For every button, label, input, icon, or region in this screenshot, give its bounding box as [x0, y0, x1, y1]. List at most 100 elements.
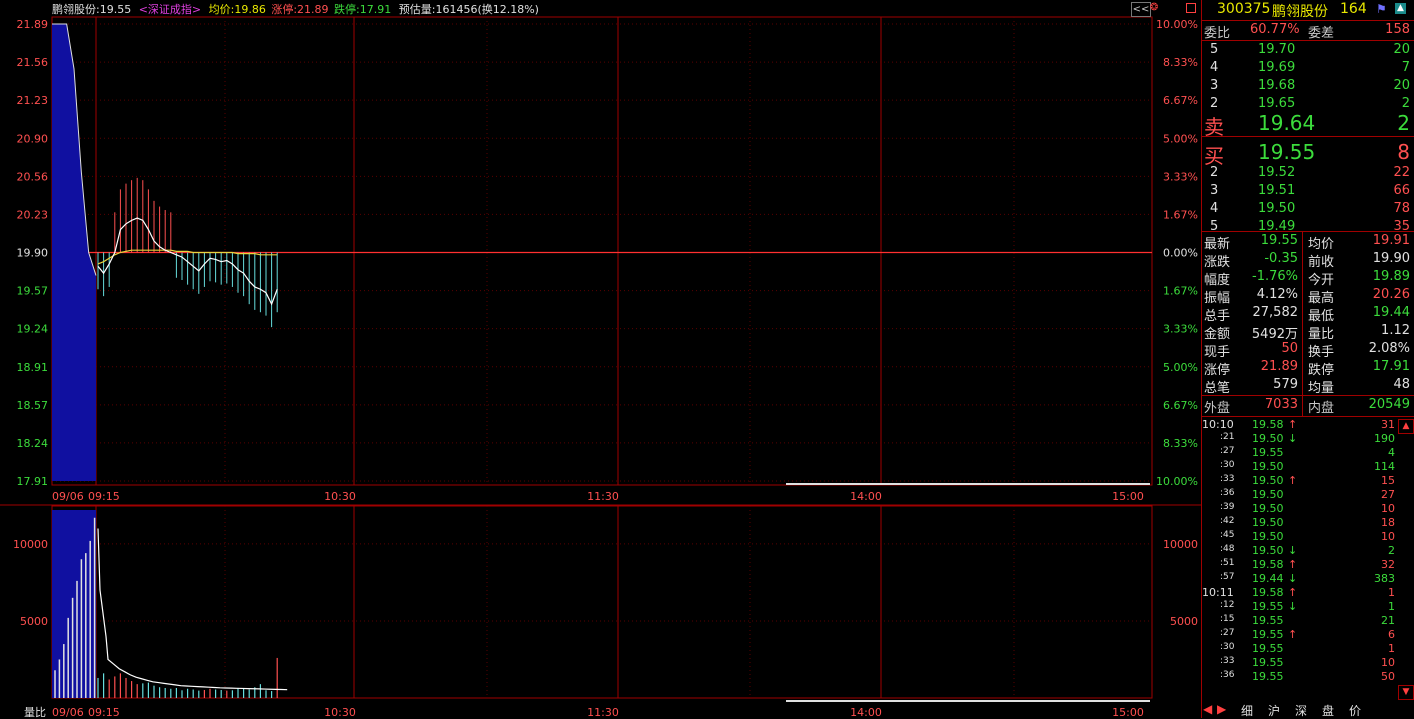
settings-icon[interactable]: ⚑	[1376, 2, 1387, 16]
stats-row: 涨跌 -0.35 前收 19.90	[1202, 251, 1414, 270]
date-label-bottom: 09/06	[52, 706, 84, 718]
tick-volume: 10	[1381, 530, 1395, 543]
bid-volume: 8	[1397, 140, 1410, 164]
volume-tick-label: 10000	[13, 538, 48, 551]
stock-name: 鹏翎股份	[1272, 4, 1328, 20]
tick-time: :30	[1220, 460, 1235, 470]
stat-value: 21.89	[1260, 359, 1298, 374]
tab-prev-icon[interactable]: ◀	[1203, 702, 1212, 716]
tab-next-icon[interactable]: ▶	[1217, 702, 1226, 716]
tick-row: :36 19.50 27	[1202, 488, 1414, 502]
bid-level: 4 19.50 78	[1202, 201, 1414, 219]
stat-label: 均价	[1308, 237, 1335, 252]
tick-time: :30	[1220, 642, 1235, 652]
pin-icon[interactable]: ❂	[1150, 2, 1158, 13]
limit-up-label: 涨停:21.89	[271, 3, 329, 16]
scroll-up-icon[interactable]: ▲	[1398, 419, 1414, 434]
stat-value: 19.91	[1372, 233, 1410, 248]
tick-arrow: ↓	[1288, 544, 1298, 557]
price-tick-label: 18.57	[17, 399, 49, 412]
tick-row: :15 19.55 21	[1202, 614, 1414, 628]
ask-level-label: 3	[1210, 78, 1219, 93]
tab-sh[interactable]: 沪	[1268, 702, 1280, 719]
index-link[interactable]: <深证成指>	[139, 3, 201, 16]
tick-time: :12	[1220, 600, 1235, 610]
bid-price: 19.55	[1258, 140, 1316, 164]
tick-volume: 10	[1381, 656, 1395, 669]
price-tick-label: 20.23	[17, 208, 49, 221]
tab-sz[interactable]: 深	[1295, 702, 1307, 719]
bid-level-label: 3	[1210, 183, 1219, 198]
stat-label: 幅度	[1204, 273, 1231, 288]
ask-volume: 20	[1393, 42, 1410, 57]
pct-tick-label: 5.00%	[1163, 361, 1198, 374]
price-tick-label: 19.90	[17, 247, 49, 260]
bid-price: 19.49	[1258, 219, 1296, 234]
ask-price: 19.69	[1258, 60, 1296, 75]
ask-level-label: 4	[1210, 60, 1219, 75]
tick-price: 19.55	[1252, 614, 1284, 627]
panel-tabs: ◀ ▶ 细 沪 深 盘 价	[1201, 702, 1414, 718]
outer-value: 7033	[1264, 397, 1298, 412]
tick-volume: 32	[1381, 558, 1395, 571]
tick-price: 19.55	[1252, 656, 1284, 669]
inner-value: 20549	[1368, 397, 1410, 412]
stat-value: 19.90	[1372, 251, 1410, 266]
tick-volume: 1	[1388, 586, 1395, 599]
auction-volume-area	[52, 510, 96, 698]
tick-volume: 1	[1388, 642, 1395, 655]
ask-price: 19.65	[1258, 96, 1296, 111]
time-label-bottom: 11:30	[587, 706, 619, 718]
time-label-bottom: 14:00	[850, 706, 882, 718]
tick-row: :30 19.55 1	[1202, 642, 1414, 656]
tick-row: :48 19.50 ↓ 2	[1202, 544, 1414, 558]
scroll-down-icon[interactable]: ▼	[1398, 685, 1414, 700]
volume-tick-label-right: 10000	[1163, 538, 1198, 551]
stat-value: -0.35	[1264, 251, 1298, 266]
tick-time: :36	[1220, 488, 1235, 498]
ask-volume: 20	[1393, 78, 1410, 93]
tick-row: :27 19.55 ↑ 6	[1202, 628, 1414, 642]
ask-price: 19.68	[1258, 78, 1296, 93]
time-label: 10:30	[324, 490, 356, 503]
ask-level: 3 19.68 20	[1202, 78, 1414, 96]
ask-level: 卖 19.64 2	[1202, 111, 1414, 139]
stat-value: 4.12%	[1256, 287, 1298, 302]
tab-detail[interactable]: 细	[1241, 702, 1253, 719]
pct-tick-label: 3.33%	[1163, 170, 1198, 183]
stat-value: 17.91	[1372, 359, 1410, 374]
stat-value: 1.12	[1381, 323, 1410, 338]
bid-level-label: 2	[1210, 165, 1219, 180]
stat-label: 现手	[1204, 345, 1231, 360]
tick-time: :57	[1220, 572, 1235, 582]
stats-row: 最新 19.55 均价 19.91	[1202, 233, 1414, 252]
tick-volume: 2	[1388, 544, 1395, 557]
tick-row: :39 19.50 10	[1202, 502, 1414, 516]
tick-volume: 1	[1388, 600, 1395, 613]
tick-price: 19.50	[1252, 460, 1284, 473]
tick-arrow: ↑	[1288, 474, 1298, 487]
ratio-value: 60.77%	[1250, 22, 1300, 37]
pct-tick-label: 6.67%	[1163, 94, 1198, 107]
stat-label: 均量	[1308, 381, 1335, 396]
tick-price: 19.44	[1252, 572, 1284, 585]
ask-volume: 2	[1397, 111, 1410, 135]
stats-row: 金额 5492万 量比 1.12	[1202, 323, 1414, 342]
stat-label: 跌停	[1308, 363, 1335, 378]
tab-price[interactable]: 价	[1349, 702, 1361, 719]
tick-price: 19.58	[1252, 558, 1284, 571]
bid-level-label: 5	[1210, 219, 1219, 234]
stat-value: 579	[1273, 377, 1298, 392]
collapse-button[interactable]: <<	[1131, 2, 1151, 17]
tab-book[interactable]: 盘	[1322, 702, 1334, 719]
tick-volume: 383	[1374, 572, 1395, 585]
bid-volume: 22	[1393, 165, 1410, 180]
tick-row: 10:11 19.58 ↑ 1	[1202, 586, 1414, 600]
maximize-icon[interactable]	[1186, 3, 1196, 13]
tick-volume: 10	[1381, 502, 1395, 515]
ratio-label: 委比	[1204, 26, 1231, 41]
expand-icon[interactable]: ▲	[1395, 3, 1406, 14]
tick-row: :42 19.50 18	[1202, 516, 1414, 530]
stats-row: 涨停 21.89 跌停 17.91	[1202, 359, 1414, 378]
tick-arrow: ↑	[1288, 586, 1298, 599]
